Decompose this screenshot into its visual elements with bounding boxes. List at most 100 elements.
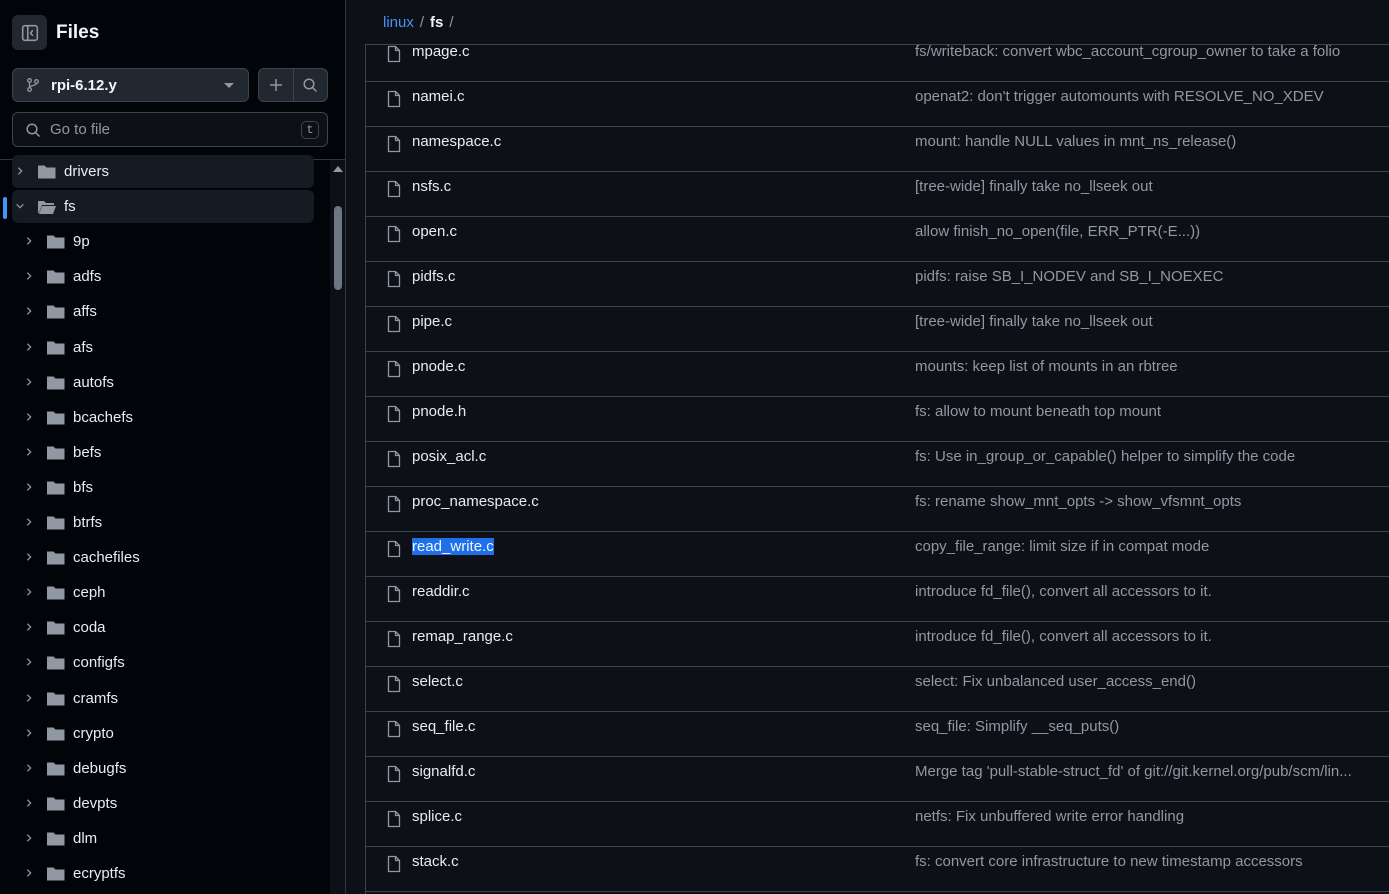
file-row[interactable]: nsfs.c [tree-wide] finally take no_llseek…: [366, 172, 1389, 217]
breadcrumb-repo-link[interactable]: linux: [383, 14, 414, 31]
chevron-right-icon[interactable]: [24, 412, 34, 422]
file-row[interactable]: readdir.c introduce fd_file(), convert al…: [366, 577, 1389, 622]
file-name-link[interactable]: pipe.c: [412, 313, 452, 330]
tree-item-fs[interactable]: fs: [12, 190, 314, 224]
commit-message-link[interactable]: fs: convert core infrastructure to new t…: [915, 853, 1303, 870]
tree-item-affs[interactable]: affs: [12, 295, 314, 328]
file-name-link[interactable]: read_write.c: [412, 538, 494, 555]
go-to-file-input[interactable]: [50, 121, 280, 138]
file-row[interactable]: seq_file.c seq_file: Simplify __seq_puts(…: [366, 712, 1389, 757]
file-row[interactable]: pnode.c mounts: keep list of mounts in an…: [366, 352, 1389, 397]
file-name-link[interactable]: readdir.c: [412, 583, 470, 600]
chevron-right-icon[interactable]: [24, 798, 34, 808]
chevron-right-icon[interactable]: [24, 306, 34, 316]
collapse-sidebar-button[interactable]: [12, 15, 47, 50]
commit-message-link[interactable]: fs/writeback: convert wbc_account_cgroup…: [915, 43, 1340, 60]
file-row[interactable]: pnode.h fs: allow to mount beneath top mo…: [366, 397, 1389, 442]
chevron-right-icon[interactable]: [24, 728, 34, 738]
file-row[interactable]: open.c allow finish_no_open(file, ERR_PTR…: [366, 217, 1389, 262]
tree-item-coda[interactable]: coda: [12, 611, 314, 644]
commit-message-link[interactable]: fs: Use in_group_or_capable() helper to …: [915, 448, 1295, 465]
tree-item-btrfs[interactable]: btrfs: [12, 506, 314, 539]
file-row[interactable]: stack.c fs: convert core infrastructure t…: [366, 847, 1389, 892]
tree-item-ecryptfs[interactable]: ecryptfs: [12, 857, 314, 890]
chevron-right-icon[interactable]: [24, 693, 34, 703]
chevron-right-icon[interactable]: [24, 271, 34, 281]
chevron-right-icon[interactable]: [24, 447, 34, 457]
chevron-right-icon[interactable]: [24, 763, 34, 773]
tree-item-crypto[interactable]: crypto: [12, 717, 314, 750]
file-row[interactable]: namei.c openat2: don't trigger automounts…: [366, 82, 1389, 127]
tree-item-bfs[interactable]: bfs: [12, 471, 314, 504]
commit-message-link[interactable]: mounts: keep list of mounts in an rbtree: [915, 358, 1178, 375]
file-name-link[interactable]: posix_acl.c: [412, 448, 486, 465]
file-row[interactable]: select.c select: Fix unbalanced user_acce…: [366, 667, 1389, 712]
tree-item-afs[interactable]: afs: [12, 331, 314, 364]
chevron-right-icon[interactable]: [24, 622, 34, 632]
tree-item-befs[interactable]: befs: [12, 436, 314, 469]
file-name-link[interactable]: nsfs.c: [412, 178, 451, 195]
sidebar-scrollbar[interactable]: [330, 160, 345, 894]
file-row[interactable]: proc_namespace.c fs: rename show_mnt_opts…: [366, 487, 1389, 532]
tree-item-devpts[interactable]: devpts: [12, 787, 314, 820]
tree-item-bcachefs[interactable]: bcachefs: [12, 401, 314, 434]
commit-message-link[interactable]: copy_file_range: limit size if in compat…: [915, 538, 1209, 555]
tree-item-drivers[interactable]: drivers: [12, 155, 314, 188]
tree-item-debugfs[interactable]: debugfs: [12, 752, 314, 785]
chevron-right-icon[interactable]: [15, 166, 25, 176]
file-name-link[interactable]: signalfd.c: [412, 763, 475, 780]
chevron-right-icon[interactable]: [24, 377, 34, 387]
file-row[interactable]: namespace.c mount: handle NULL values in …: [366, 127, 1389, 172]
commit-message-link[interactable]: [tree-wide] finally take no_llseek out: [915, 178, 1153, 195]
file-name-link[interactable]: pnode.c: [412, 358, 465, 375]
file-row[interactable]: pipe.c [tree-wide] finally take no_llseek…: [366, 307, 1389, 352]
file-row[interactable]: mpage.c fs/writeback: convert wbc_account…: [366, 37, 1389, 82]
tree-item-ceph[interactable]: ceph: [12, 576, 314, 609]
commit-message-link[interactable]: allow finish_no_open(file, ERR_PTR(-E...…: [915, 223, 1200, 240]
commit-message-link[interactable]: fs: rename show_mnt_opts -> show_vfsmnt_…: [915, 493, 1241, 510]
tree-item-configfs[interactable]: configfs: [12, 646, 314, 679]
commit-message-link[interactable]: fs: allow to mount beneath top mount: [915, 403, 1161, 420]
commit-message-link[interactable]: mount: handle NULL values in mnt_ns_rele…: [915, 133, 1236, 150]
search-code-button[interactable]: [292, 69, 327, 101]
file-row[interactable]: signalfd.c Merge tag 'pull-stable-struct_…: [366, 757, 1389, 802]
commit-message-link[interactable]: [tree-wide] finally take no_llseek out: [915, 313, 1153, 330]
chevron-right-icon[interactable]: [24, 868, 34, 878]
file-name-link[interactable]: mpage.c: [412, 43, 470, 60]
file-row[interactable]: read_write.c copy_file_range: limit size …: [366, 532, 1389, 577]
chevron-down-icon[interactable]: [15, 201, 25, 211]
tree-item-autofs[interactable]: autofs: [12, 366, 314, 399]
commit-message-link[interactable]: seq_file: Simplify __seq_puts(): [915, 718, 1119, 735]
commit-message-link[interactable]: introduce fd_file(), convert all accesso…: [915, 628, 1212, 645]
file-row[interactable]: posix_acl.c fs: Use in_group_or_capable()…: [366, 442, 1389, 487]
chevron-right-icon[interactable]: [24, 517, 34, 527]
commit-message-link[interactable]: Merge tag 'pull-stable-struct_fd' of git…: [915, 763, 1352, 780]
chevron-right-icon[interactable]: [24, 657, 34, 667]
file-name-link[interactable]: open.c: [412, 223, 457, 240]
file-name-link[interactable]: stack.c: [412, 853, 459, 870]
tree-item-cramfs[interactable]: cramfs: [12, 682, 314, 715]
file-row[interactable]: remap_range.c introduce fd_file(), conver…: [366, 622, 1389, 667]
chevron-right-icon[interactable]: [24, 236, 34, 246]
commit-message-link[interactable]: pidfs: raise SB_I_NODEV and SB_I_NOEXEC: [915, 268, 1223, 285]
file-name-link[interactable]: select.c: [412, 673, 463, 690]
commit-message-link[interactable]: netfs: Fix unbuffered write error handli…: [915, 808, 1184, 825]
chevron-right-icon[interactable]: [24, 342, 34, 352]
branch-selector-button[interactable]: rpi-6.12.y: [12, 68, 249, 102]
chevron-right-icon[interactable]: [24, 552, 34, 562]
file-name-link[interactable]: pnode.h: [412, 403, 466, 420]
tree-item-adfs[interactable]: adfs: [12, 260, 314, 293]
file-name-link[interactable]: namespace.c: [412, 133, 501, 150]
chevron-right-icon[interactable]: [24, 587, 34, 597]
scroll-up-arrow-icon[interactable]: [333, 166, 343, 172]
tree-item-dlm[interactable]: dlm: [12, 822, 314, 855]
file-name-link[interactable]: splice.c: [412, 808, 462, 825]
file-row[interactable]: splice.c netfs: Fix unbuffered write erro…: [366, 802, 1389, 847]
file-name-link[interactable]: namei.c: [412, 88, 465, 105]
file-name-link[interactable]: proc_namespace.c: [412, 493, 539, 510]
commit-message-link[interactable]: openat2: don't trigger automounts with R…: [915, 88, 1324, 105]
file-name-link[interactable]: seq_file.c: [412, 718, 475, 735]
scrollbar-thumb[interactable]: [334, 206, 342, 290]
chevron-right-icon[interactable]: [24, 482, 34, 492]
file-name-link[interactable]: remap_range.c: [412, 628, 513, 645]
